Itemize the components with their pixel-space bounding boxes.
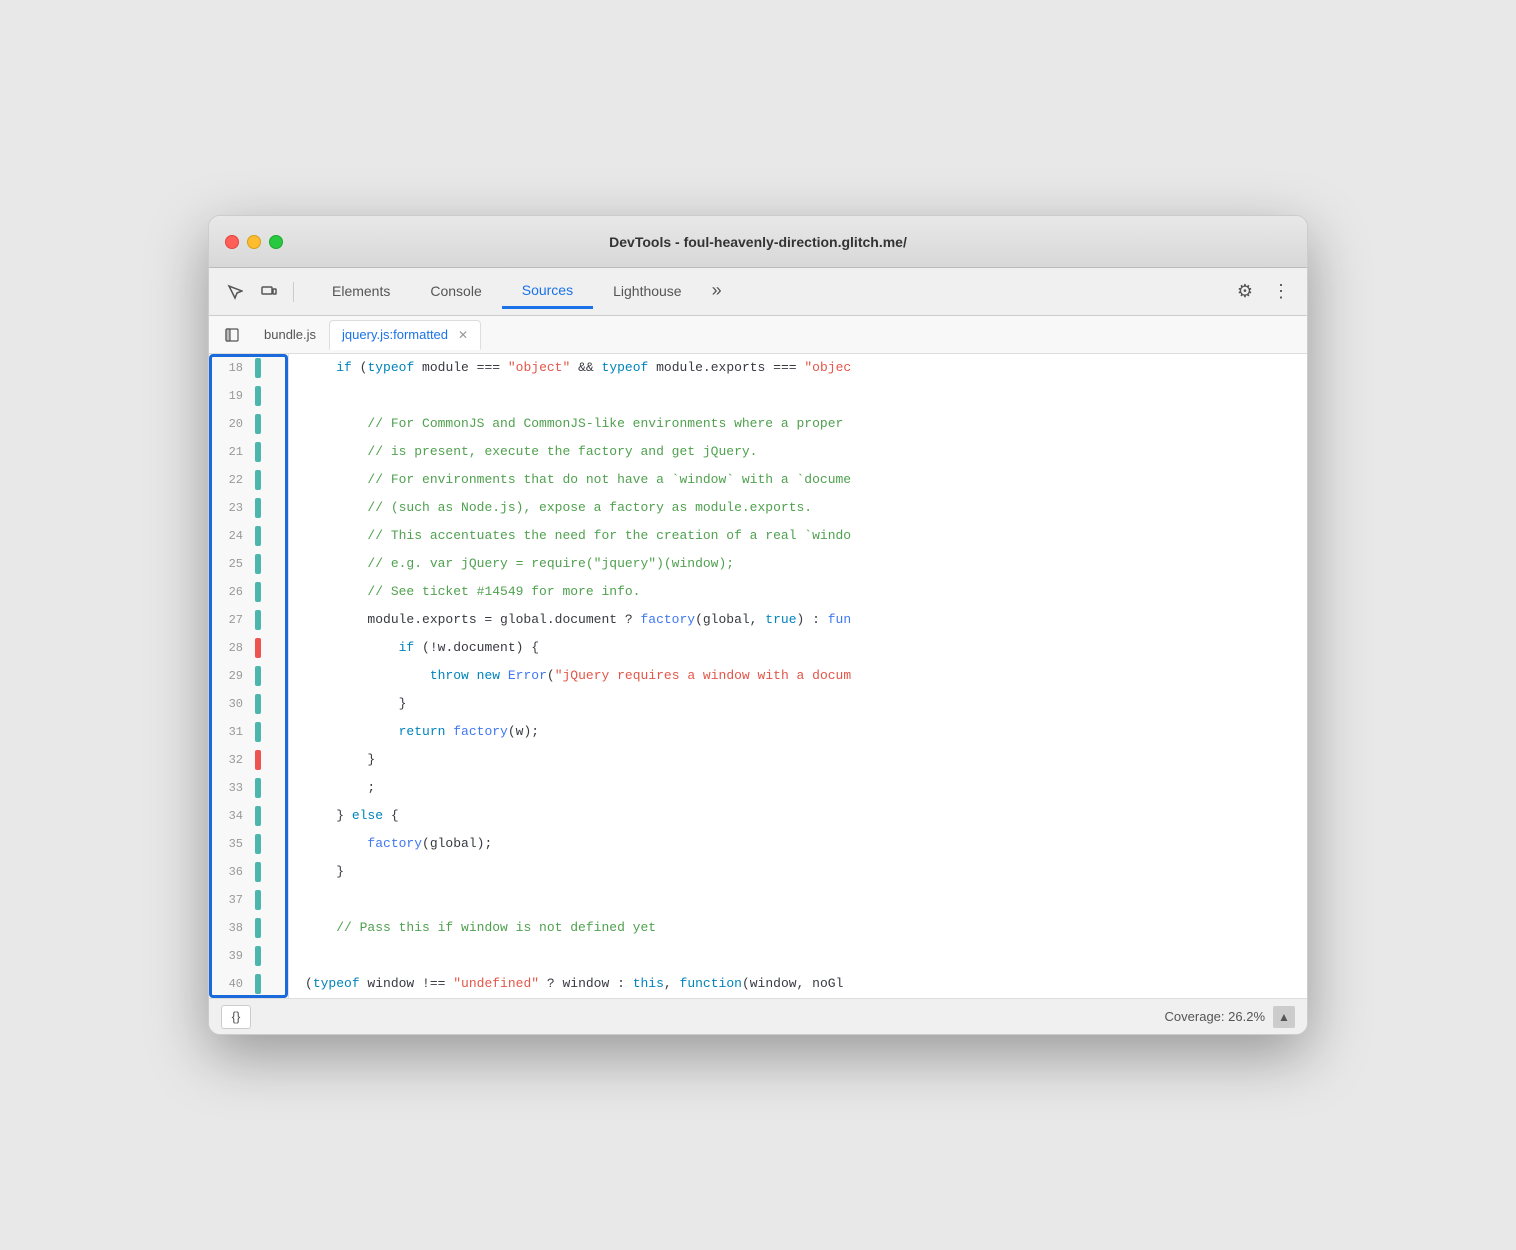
- gutter-row-28: 28: [209, 634, 288, 662]
- code-line-21: // is present, execute the factory and g…: [305, 438, 1291, 466]
- gutter-row-26: 26: [209, 578, 288, 606]
- code-line-38: // Pass this if window is not defined ye…: [305, 914, 1291, 942]
- code-line-36: }: [305, 858, 1291, 886]
- gutter-row-21: 21: [209, 438, 288, 466]
- gutter-row-37: 37: [209, 886, 288, 914]
- gutter-row-19: 19: [209, 382, 288, 410]
- toolbar-separator: [293, 282, 294, 302]
- close-tab-icon[interactable]: ✕: [458, 328, 468, 342]
- tab-console[interactable]: Console: [410, 275, 501, 309]
- show-panel-icon[interactable]: [217, 320, 247, 350]
- code-line-27: module.exports = global.document ? facto…: [305, 606, 1291, 634]
- code-line-28: if (!w.document) {: [305, 634, 1291, 662]
- format-button[interactable]: {}: [221, 1005, 251, 1029]
- gutter-row-36: 36: [209, 858, 288, 886]
- tab-sources[interactable]: Sources: [502, 274, 593, 309]
- coverage-label: Coverage: 26.2%: [1165, 1009, 1265, 1024]
- gutter-row-31: 31: [209, 718, 288, 746]
- scroll-up-button[interactable]: ▲: [1273, 1006, 1295, 1028]
- code-line-32: }: [305, 746, 1291, 774]
- gutter-row-20: 20: [209, 410, 288, 438]
- code-line-37: [305, 886, 1291, 914]
- code-line-19: [305, 382, 1291, 410]
- file-tab-bundle[interactable]: bundle.js: [251, 320, 329, 350]
- inspect-icon[interactable]: [221, 278, 249, 306]
- code-line-26: // See ticket #14549 for more info.: [305, 578, 1291, 606]
- gutter-row-24: 24: [209, 522, 288, 550]
- window-title: DevTools - foul-heavenly-direction.glitc…: [225, 234, 1291, 250]
- code-line-24: // This accentuates the need for the cre…: [305, 522, 1291, 550]
- toolbar-right: ⚙ ⋮: [1231, 278, 1295, 306]
- gutter-row-34: 34: [209, 802, 288, 830]
- status-right: Coverage: 26.2% ▲: [1165, 1006, 1295, 1028]
- gutter-row-30: 30: [209, 690, 288, 718]
- title-bar: DevTools - foul-heavenly-direction.glitc…: [209, 216, 1307, 268]
- gutter-row-32: 32: [209, 746, 288, 774]
- code-line-30: }: [305, 690, 1291, 718]
- gutter-row-25: 25: [209, 550, 288, 578]
- gutter-row-39: 39: [209, 942, 288, 970]
- more-options-icon[interactable]: ⋮: [1267, 278, 1295, 306]
- code-line-23: // (such as Node.js), expose a factory a…: [305, 494, 1291, 522]
- gutter-row-23: 23: [209, 494, 288, 522]
- status-bar: {} Coverage: 26.2% ▲: [209, 998, 1307, 1034]
- code-line-39: [305, 942, 1291, 970]
- tab-more[interactable]: »: [702, 272, 732, 311]
- status-left: {}: [221, 1005, 251, 1029]
- code-area: 18 19 20 21 22 23: [209, 354, 1307, 998]
- code-line-22: // For environments that do not have a `…: [305, 466, 1291, 494]
- traffic-lights: [225, 235, 283, 249]
- code-line-29: throw new Error("jQuery requires a windo…: [305, 662, 1291, 690]
- gutter-row-38: 38: [209, 914, 288, 942]
- code-line-33: ;: [305, 774, 1291, 802]
- file-tabs: bundle.js jquery.js:formatted ✕: [209, 316, 1307, 354]
- coverage-bar-18: [255, 358, 261, 378]
- code-line-20: // For CommonJS and CommonJS-like enviro…: [305, 410, 1291, 438]
- file-tab-jquery[interactable]: jquery.js:formatted ✕: [329, 320, 481, 350]
- line-gutter: 18 19 20 21 22 23: [209, 354, 289, 998]
- code-line-18: if (typeof module === "object" && typeof…: [305, 354, 1291, 382]
- code-line-34: } else {: [305, 802, 1291, 830]
- code-line-35: factory(global);: [305, 830, 1291, 858]
- code-line-40: (typeof window !== "undefined" ? window …: [305, 970, 1291, 998]
- code-content[interactable]: if (typeof module === "object" && typeof…: [289, 354, 1307, 998]
- device-icon[interactable]: [255, 278, 283, 306]
- nav-tabs: Elements Console Sources Lighthouse »: [312, 272, 1225, 311]
- code-line-31: return factory(w);: [305, 718, 1291, 746]
- close-button[interactable]: [225, 235, 239, 249]
- gutter-row-18: 18: [209, 354, 288, 382]
- gutter-row-35: 35: [209, 830, 288, 858]
- devtools-window: DevTools - foul-heavenly-direction.glitc…: [208, 215, 1308, 1035]
- code-line-25: // e.g. var jQuery = require("jquery")(w…: [305, 550, 1291, 578]
- gutter-row-29: 29: [209, 662, 288, 690]
- tab-elements[interactable]: Elements: [312, 275, 410, 309]
- gutter-row-40: 40: [209, 970, 288, 998]
- gutter-row-27: 27: [209, 606, 288, 634]
- maximize-button[interactable]: [269, 235, 283, 249]
- toolbar: Elements Console Sources Lighthouse » ⚙ …: [209, 268, 1307, 316]
- gutter-row-33: 33: [209, 774, 288, 802]
- minimize-button[interactable]: [247, 235, 261, 249]
- settings-icon[interactable]: ⚙: [1231, 278, 1259, 306]
- gutter-row-22: 22: [209, 466, 288, 494]
- tab-lighthouse[interactable]: Lighthouse: [593, 275, 702, 309]
